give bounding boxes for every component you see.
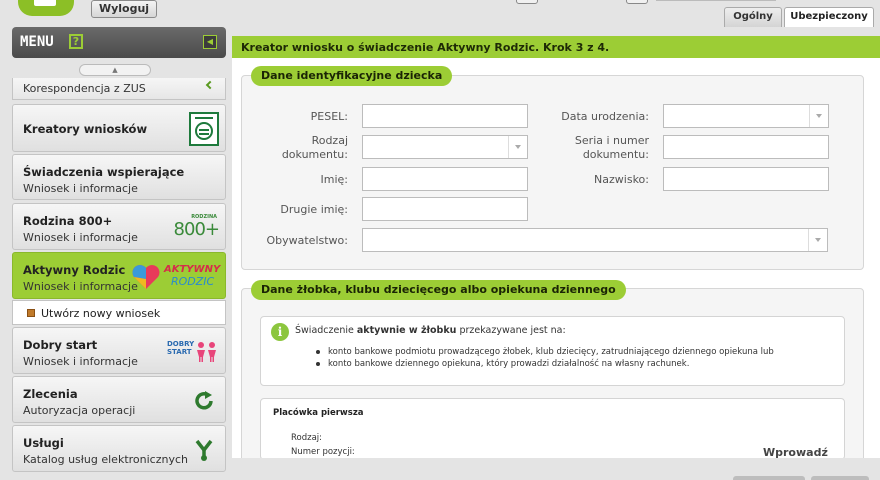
sidebar-item-subtitle: Wniosek i informacje <box>23 182 138 195</box>
sidebar-item-aktywny-rodzic[interactable]: Aktywny Rodzic Wniosek i informacje AKTY… <box>12 252 226 299</box>
sidebar-item-title: Zlecenia <box>23 387 78 401</box>
first-name-input[interactable] <box>362 167 528 191</box>
chevron-down-icon <box>809 105 828 127</box>
top-bar: Wyloguj Ogólny Ubezpieczony <box>0 0 880 27</box>
bullet-icon <box>27 309 35 317</box>
sidebar-item-kreatory[interactable]: Kreatory wniosków <box>12 104 226 152</box>
info-list: konto bankowe podmiotu prowadzącego żłob… <box>316 346 774 370</box>
list-item: konto bankowe dziennego opiekuna, który … <box>316 358 774 370</box>
wizard-header: Kreator wniosku o świadczenie Aktywny Ro… <box>232 36 880 58</box>
doc-type-label: Rodzaj dokumentu: <box>281 134 348 161</box>
sidebar-item-subtitle: Wniosek i informacje <box>23 280 138 293</box>
citizenship-select[interactable] <box>362 228 828 252</box>
info-box: i Świadczenie aktywnie w żłobku przekazy… <box>260 316 845 386</box>
footer-button[interactable] <box>733 476 805 480</box>
sidebar-item-rodzina800[interactable]: Rodzina 800+ Wniosek i informacje RODZIN… <box>12 203 226 250</box>
list-item: konto bankowe podmiotu prowadzącego żłob… <box>316 346 774 358</box>
second-name-input[interactable] <box>362 197 528 221</box>
logout-button[interactable]: Wyloguj <box>91 0 157 18</box>
chevron-down-icon <box>508 136 527 158</box>
sidebar-item-subtitle: Wniosek i informacje <box>23 355 138 368</box>
doc-series-label: Seria i numer dokumentu: <box>574 134 649 161</box>
sidebar-item-title: Kreatory wniosków <box>23 122 148 136</box>
sidebar-item-label: Korespondencja z ZUS <box>23 82 146 95</box>
top-control-icon[interactable] <box>626 0 648 4</box>
services-icon <box>193 438 215 466</box>
menu-title: MENU <box>20 34 54 50</box>
sidebar-item-subtitle: Autoryzacja operacji <box>23 404 136 417</box>
pesel-label: PESEL: <box>310 110 348 123</box>
facility-type-label: Rodzaj: <box>291 433 323 443</box>
chevron-down-icon <box>808 229 827 251</box>
facility-card: Placówka pierwsza Rodzaj: Numer pozycji: <box>260 398 845 460</box>
help-icon[interactable]: ? <box>69 34 83 49</box>
dobry-start-logo: DOBRY START <box>167 340 219 366</box>
create-new-application-link[interactable]: Utwórz nowy wniosek <box>12 300 226 325</box>
sidebar-item-uslugi[interactable]: Usługi Katalog usług elektronicznych <box>12 425 226 472</box>
birth-date-label: Data urodzenia: <box>561 110 649 123</box>
pesel-input[interactable] <box>362 104 528 128</box>
sidebar-item-dobry-start[interactable]: Dobry start Wniosek i informacje DOBRY S… <box>12 327 226 374</box>
tab-ubezpieczony[interactable]: Ubezpieczony <box>784 7 874 27</box>
sidebar-item-title: Świadczenia wspierające <box>23 165 185 179</box>
section-heading-nursery: Dane żłobka, klubu dziecięcego albo opie… <box>251 280 626 300</box>
sidebar-item-zlecenia[interactable]: Zlecenia Autoryzacja operacji <box>12 376 226 423</box>
zus-logo <box>18 0 74 16</box>
page-title: Kreator wniosku o świadczenie Aktywny Ro… <box>241 41 610 54</box>
sidebar-item-swiadczenia[interactable]: Świadczenia wspierające Wniosek i inform… <box>12 154 226 200</box>
collapse-menu-icon[interactable]: ◀ <box>203 35 217 49</box>
chevron-icon <box>205 80 215 90</box>
sidebar-item-title: Dobry start <box>23 338 98 352</box>
form-wizard-icon <box>189 112 219 150</box>
citizenship-label: Obywatelstwo: <box>266 234 348 247</box>
sidebar-item-korespondencja[interactable]: Korespondencja z ZUS <box>12 78 226 100</box>
top-control-icon[interactable] <box>516 0 538 4</box>
aktywny-rodzic-logo: AKTYWNY RODZIC <box>131 262 221 292</box>
footer-button[interactable] <box>811 476 869 480</box>
birth-date-select[interactable] <box>663 104 829 128</box>
facility-title: Placówka pierwsza <box>273 408 364 418</box>
create-new-application-label: Utwórz nowy wniosek <box>41 307 161 320</box>
sidebar-item-subtitle: Katalog usług elektronicznych <box>23 453 188 466</box>
doc-series-input[interactable] <box>663 135 829 159</box>
refresh-icon <box>193 390 215 416</box>
sidebar-item-title: Rodzina 800+ <box>23 214 113 228</box>
sidebar-item-title: Usługi <box>23 436 64 450</box>
scroll-up-button[interactable]: ▲ <box>79 64 151 76</box>
tab-ogolny[interactable]: Ogólny <box>724 7 782 27</box>
info-icon: i <box>271 323 289 341</box>
top-status-line <box>656 0 776 1</box>
facility-number-label: Numer pozycji: <box>291 447 355 457</box>
menu-header: MENU ? ◀ <box>12 27 226 58</box>
doc-type-select[interactable] <box>362 135 528 159</box>
sidebar-item-title: Aktywny Rodzic <box>23 263 126 277</box>
info-text: Świadczenie aktywnie w żłobku przekazywa… <box>295 325 566 336</box>
last-name-label: Nazwisko: <box>594 173 649 186</box>
sidebar-item-subtitle: Wniosek i informacje <box>23 231 138 244</box>
second-name-label: Drugie imię: <box>280 203 348 216</box>
first-name-label: Imię: <box>320 173 349 186</box>
last-name-input[interactable] <box>663 167 829 191</box>
rodzina-800-logo: RODZINA 800+ <box>173 214 220 240</box>
section-heading-child-data: Dane identyfikacyjne dziecka <box>251 66 453 86</box>
